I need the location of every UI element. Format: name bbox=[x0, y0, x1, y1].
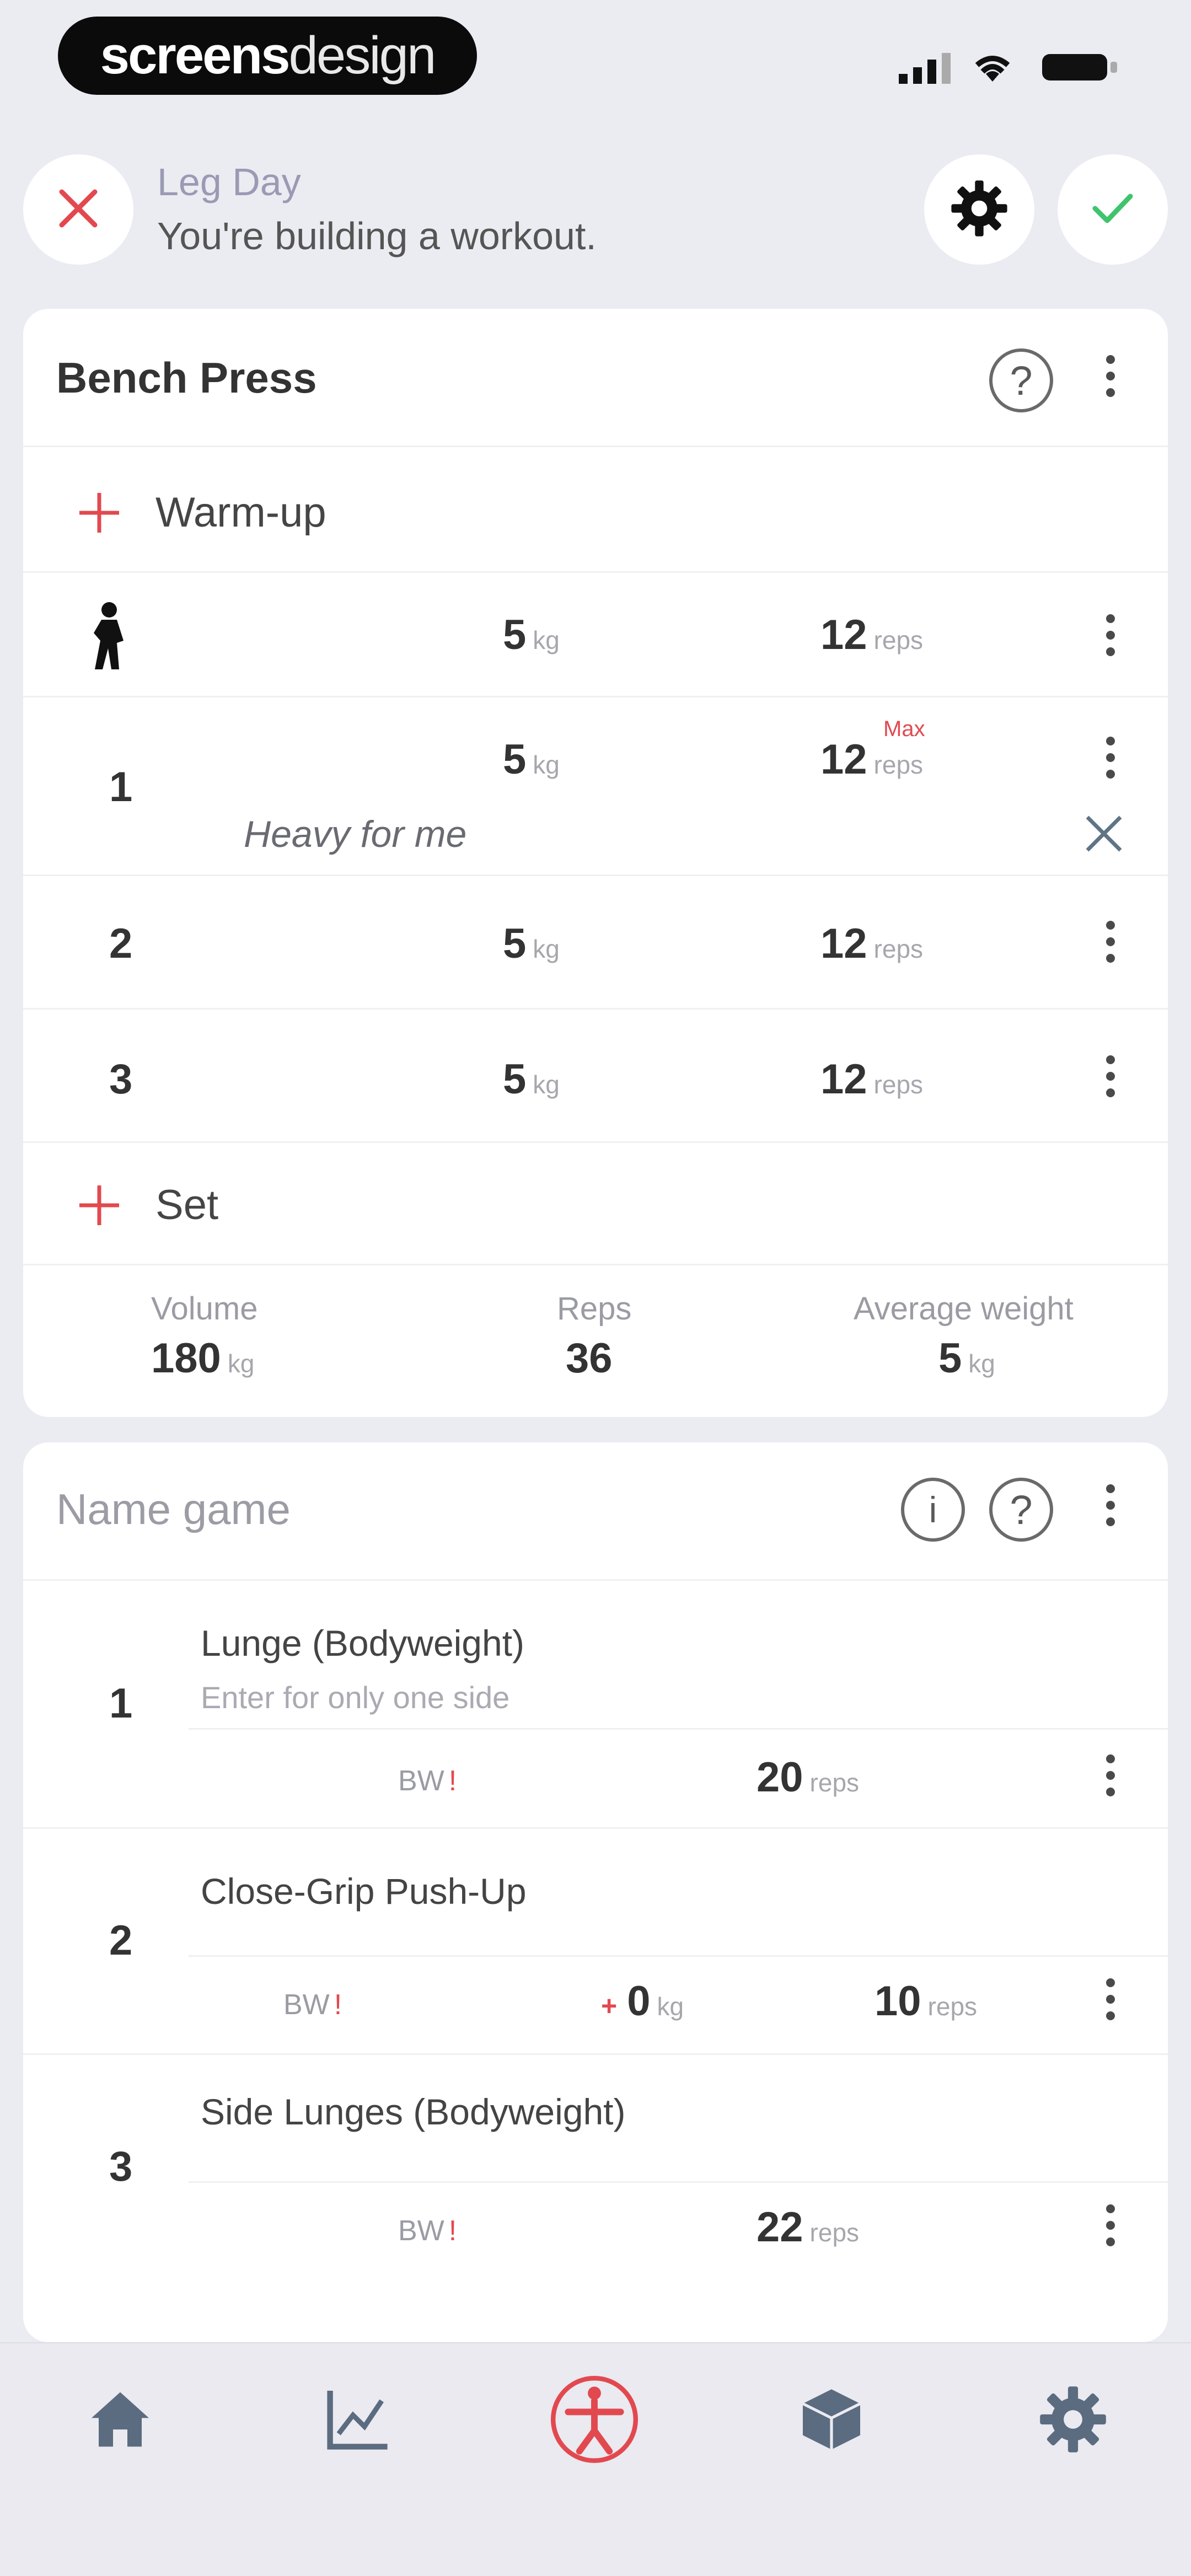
add-warmup-row[interactable]: Warm-up bbox=[23, 447, 1168, 571]
confirm-button[interactable] bbox=[1058, 154, 1168, 265]
set-index: 1 bbox=[109, 764, 133, 811]
set-reps[interactable]: 12 reps bbox=[820, 1055, 923, 1103]
bodyweight-label[interactable]: BW! bbox=[398, 1764, 457, 1797]
signal-icon bbox=[899, 51, 954, 87]
info-icon[interactable]: i bbox=[901, 1478, 965, 1542]
more-icon[interactable] bbox=[1106, 1978, 1115, 2020]
nav-settings[interactable] bbox=[1029, 2376, 1117, 2465]
nav-workout[interactable] bbox=[550, 2375, 639, 2465]
home-icon bbox=[84, 2384, 156, 2458]
volume-value: 180 kg bbox=[151, 1335, 255, 1382]
settings-button[interactable] bbox=[924, 154, 1034, 265]
set-weight[interactable]: 5 kg bbox=[503, 736, 560, 783]
brand-logo-bold: screens bbox=[100, 26, 291, 85]
help-icon[interactable]: ? bbox=[989, 348, 1053, 412]
exercise-index: 2 bbox=[109, 1917, 133, 1964]
exercise-reps[interactable]: 20 reps bbox=[757, 1753, 859, 1801]
set-weight[interactable]: 5 kg bbox=[503, 1055, 560, 1103]
exercise-header: Bench Press ? bbox=[23, 309, 1168, 447]
chart-icon bbox=[321, 2384, 393, 2458]
set-weight[interactable]: 5 kg bbox=[503, 920, 560, 968]
cube-icon bbox=[796, 2384, 867, 2458]
set-index: 2 bbox=[109, 920, 133, 967]
exercise-summary: Volume 180 kg Reps 36 Average weight 5 kg bbox=[23, 1265, 1168, 1417]
workout-icon bbox=[548, 2373, 641, 2469]
check-icon bbox=[1091, 191, 1135, 229]
set-row[interactable]: 5 kg 12 reps bbox=[23, 572, 1168, 696]
circuit-exercise[interactable]: 1 Lunge (Bodyweight) Enter for only one … bbox=[23, 1580, 1168, 1827]
set-reps[interactable]: 12 reps bbox=[820, 920, 923, 968]
exercise-card: Bench Press ? Warm-up 5 kg 12 reps 1 5 kg 1… bbox=[23, 309, 1168, 1417]
exercise-name[interactable]: Lunge (Bodyweight) bbox=[201, 1622, 524, 1664]
more-icon[interactable] bbox=[1106, 1484, 1115, 1526]
battery-icon bbox=[1042, 52, 1119, 85]
gear-icon bbox=[949, 178, 1010, 242]
close-icon bbox=[56, 186, 100, 233]
add-set-row[interactable]: Set bbox=[23, 1142, 1168, 1264]
average-weight-value: 5 kg bbox=[938, 1335, 995, 1382]
circuit-card: Name game i ? 1 Lunge (Bodyweight) Enter… bbox=[23, 1442, 1168, 2342]
set-reps[interactable]: 12 reps bbox=[820, 736, 923, 783]
more-icon[interactable] bbox=[1106, 737, 1115, 779]
add-set-label: Set bbox=[155, 1182, 219, 1228]
exercise-title[interactable]: Bench Press bbox=[56, 353, 317, 403]
help-icon[interactable]: ? bbox=[989, 1478, 1053, 1542]
extra-weight[interactable]: +0 kg bbox=[601, 1977, 684, 2025]
plus-icon bbox=[77, 1183, 121, 1230]
reps-value: 36 bbox=[566, 1335, 613, 1382]
volume-label: Volume bbox=[151, 1291, 258, 1327]
settings-icon bbox=[1037, 2384, 1109, 2458]
more-icon[interactable] bbox=[1106, 1754, 1115, 1796]
more-icon[interactable] bbox=[1106, 921, 1115, 963]
workout-subtitle: You're building a workout. bbox=[157, 214, 597, 257]
more-icon[interactable] bbox=[1106, 1055, 1115, 1097]
nav-home[interactable] bbox=[76, 2376, 164, 2465]
set-weight[interactable]: 5 kg bbox=[503, 611, 560, 659]
set-row[interactable]: 1 5 kg 12 reps Max Heavy for me bbox=[23, 697, 1168, 874]
circuit-header: Name game i ? bbox=[23, 1442, 1168, 1580]
set-row[interactable]: 2 5 kg 12 reps bbox=[23, 876, 1168, 1008]
exercise-index: 3 bbox=[109, 2143, 133, 2190]
exercise-index: 1 bbox=[109, 1680, 133, 1727]
brand-logo-light: design bbox=[288, 26, 437, 85]
workout-name[interactable]: Leg Day bbox=[157, 160, 301, 204]
exercise-hint: Enter for only one side bbox=[201, 1680, 510, 1715]
circuit-name-input[interactable]: Name game bbox=[56, 1484, 291, 1534]
set-note[interactable]: Heavy for me bbox=[244, 813, 466, 856]
more-icon[interactable] bbox=[1106, 355, 1115, 397]
exercise-name[interactable]: Close-Grip Push-Up bbox=[201, 1870, 527, 1912]
reps-label: Reps bbox=[557, 1291, 632, 1327]
bodyweight-label[interactable]: BW! bbox=[398, 2214, 457, 2247]
exercise-name[interactable]: Side Lunges (Bodyweight) bbox=[201, 2091, 625, 2133]
max-flag: Max bbox=[883, 717, 925, 741]
warmup-label: Warm-up bbox=[155, 489, 326, 536]
brand-logo: screens design bbox=[58, 17, 477, 95]
exercise-reps[interactable]: 22 reps bbox=[757, 2203, 859, 2251]
nav-library[interactable] bbox=[787, 2376, 876, 2465]
nav-stats[interactable] bbox=[313, 2376, 401, 2465]
exercise-reps[interactable]: 10 reps bbox=[875, 1977, 977, 2025]
set-index: 3 bbox=[109, 1056, 133, 1103]
warmup-person-icon bbox=[78, 600, 139, 674]
close-button[interactable] bbox=[23, 154, 133, 265]
more-icon[interactable] bbox=[1106, 614, 1115, 656]
set-reps[interactable]: 12 reps bbox=[820, 611, 923, 659]
circuit-exercise[interactable]: 2 Close-Grip Push-Up BW! +0 kg 10 reps bbox=[23, 1828, 1168, 2053]
set-row[interactable]: 3 5 kg 12 reps bbox=[23, 1009, 1168, 1141]
average-weight-label: Average weight bbox=[854, 1291, 1074, 1327]
clear-note-icon[interactable] bbox=[1082, 812, 1126, 858]
more-icon[interactable] bbox=[1106, 2204, 1115, 2246]
bottom-nav bbox=[0, 2342, 1191, 2576]
bodyweight-label[interactable]: BW! bbox=[283, 1988, 342, 2021]
circuit-exercise[interactable]: 3 Side Lunges (Bodyweight) BW! 22 reps bbox=[23, 2054, 1168, 2286]
plus-icon bbox=[77, 491, 121, 538]
wifi-icon bbox=[970, 49, 1015, 87]
